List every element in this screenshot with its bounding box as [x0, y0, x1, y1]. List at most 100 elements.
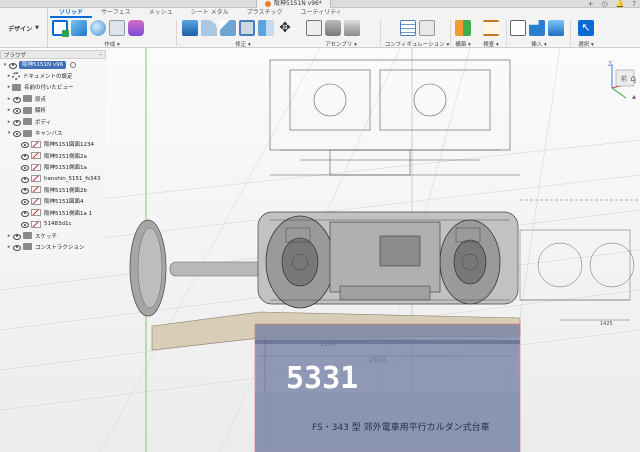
- revolve-icon[interactable]: [90, 20, 106, 36]
- extrude-icon[interactable]: [71, 20, 87, 36]
- browser-item-label: 阪神5151図面4: [44, 199, 84, 206]
- workspace-switcher[interactable]: デザイン ▼: [0, 8, 48, 48]
- construct-group: 構築 ▾: [452, 20, 474, 48]
- browser-item-canvas[interactable]: 阪神5151図面1234: [0, 138, 106, 151]
- construct-group-label[interactable]: 構築 ▾: [452, 40, 474, 48]
- browser-item-canvas[interactable]: 51483d1c: [0, 218, 106, 230]
- document-tab[interactable]: 阪神5151N v96*: [256, 0, 331, 8]
- browser-header[interactable]: ブラウザ –: [0, 50, 106, 59]
- visibility-eye-icon[interactable]: [12, 96, 21, 103]
- select-group-label[interactable]: 選択 ▾: [574, 40, 598, 48]
- inspect-group-label[interactable]: 検査 ▾: [478, 40, 504, 48]
- inspect-group: 検査 ▾: [478, 20, 504, 48]
- new-tab-icon[interactable]: +: [588, 0, 594, 8]
- tab-solid[interactable]: ソリッド: [50, 8, 93, 18]
- visibility-eye-icon[interactable]: [12, 119, 21, 126]
- configure-table-icon[interactable]: [399, 20, 416, 36]
- browser-item-construction[interactable]: ▸ コンストラクション: [0, 241, 106, 253]
- configure-group-label[interactable]: コンフィギュレーション ▾: [384, 40, 450, 48]
- visibility-eye-icon[interactable]: [20, 153, 29, 160]
- browser-item-canvas[interactable]: 阪神5151側面2a: [0, 150, 106, 162]
- browser-item-canvases[interactable]: ▾ キャンバス: [0, 127, 106, 139]
- visibility-eye-icon[interactable]: [20, 198, 29, 206]
- browser-item-label: スケッチ: [35, 233, 58, 240]
- hole-icon[interactable]: [109, 20, 125, 36]
- visibility-eye-icon[interactable]: [12, 244, 21, 251]
- browser-item-origin[interactable]: ▸ 原点: [0, 93, 106, 105]
- visibility-eye-icon[interactable]: [8, 62, 17, 69]
- activate-radio-icon[interactable]: [70, 61, 77, 68]
- tab-plastic[interactable]: プラスチック: [238, 8, 292, 18]
- folder-icon: [12, 83, 21, 91]
- browser-item-canvas[interactable]: 阪神5151図面4: [0, 195, 106, 208]
- move-icon[interactable]: ✥: [277, 20, 293, 36]
- gear-icon: [12, 72, 20, 81]
- browser-item-canvas[interactable]: 阪神5151側面2b: [0, 184, 106, 196]
- tab-surface[interactable]: サーフェス: [92, 8, 140, 18]
- fillet-icon[interactable]: [201, 20, 217, 36]
- browser-item-canvas[interactable]: 阪神5151側面1a: [0, 161, 106, 173]
- offset-plane-icon[interactable]: [455, 20, 471, 36]
- clock-icon[interactable]: ◷: [601, 0, 607, 8]
- measure-icon[interactable]: [483, 20, 499, 36]
- document-icon: [265, 1, 271, 7]
- title-bar: 阪神5151N v96* + ◷ 🔔 ?: [0, 0, 640, 8]
- notification-icon[interactable]: 🔔: [616, 0, 625, 8]
- browser-item-named-views[interactable]: ▸ 名前の付いたビュー: [0, 81, 106, 94]
- fusion-window: 阪神5151N v96* + ◷ 🔔 ? デザイン ▼ ソリッド サーフェス メ…: [0, 0, 640, 452]
- visibility-eye-icon[interactable]: [20, 187, 29, 194]
- tab-mesh[interactable]: メッシュ: [140, 8, 182, 18]
- browser-item-analysis[interactable]: ▸ 解析: [0, 104, 106, 116]
- insert-mesh-icon[interactable]: [529, 20, 545, 36]
- browser-item-root[interactable]: ▾ 阪神5151N v96: [0, 59, 106, 71]
- create-group-label[interactable]: 作成 ▾: [52, 40, 172, 48]
- visibility-eye-icon[interactable]: [20, 210, 29, 217]
- help-icon[interactable]: ?: [632, 0, 636, 8]
- insert-canvas-icon[interactable]: [548, 20, 564, 36]
- as-built-joint-icon[interactable]: [344, 20, 360, 36]
- visibility-eye-icon[interactable]: [12, 233, 21, 240]
- collapse-icon[interactable]: –: [99, 52, 102, 58]
- browser-title: ブラウザ: [4, 52, 27, 59]
- modify-group-label[interactable]: 修正 ▾: [182, 40, 304, 48]
- tab-utilities[interactable]: ユーティリティ: [291, 8, 350, 18]
- dimension-label: 1425: [600, 321, 613, 327]
- pattern-icon[interactable]: [128, 20, 144, 36]
- visibility-eye-icon[interactable]: [12, 107, 21, 115]
- browser-item-canvas[interactable]: hanshin_5151_fs343: [0, 172, 106, 185]
- shell-icon[interactable]: [239, 20, 255, 36]
- new-component-icon[interactable]: [306, 20, 322, 36]
- browser-item-document-settings[interactable]: ▸ ドキュメントの設定: [0, 70, 106, 82]
- folder-icon: [23, 232, 32, 240]
- press-pull-icon[interactable]: [182, 20, 198, 36]
- combine-icon[interactable]: [258, 20, 274, 36]
- visibility-eye-icon[interactable]: [20, 164, 29, 172]
- canvas-image-icon: [31, 220, 41, 228]
- canvas-image-icon: [31, 197, 41, 205]
- configure-group: コンフィギュレーション ▾: [384, 20, 450, 48]
- chamfer-icon[interactable]: [220, 20, 236, 36]
- bogie-frame: [257, 211, 519, 309]
- visibility-eye-icon[interactable]: [12, 130, 21, 138]
- view-cube-face-label: 前: [621, 75, 627, 83]
- joint-icon[interactable]: [325, 20, 341, 36]
- canvas-image-icon: [31, 175, 41, 183]
- browser-item-label: 阪神5151側面2a: [44, 153, 87, 160]
- visibility-eye-icon[interactable]: [20, 221, 29, 229]
- create-sketch-icon[interactable]: [52, 20, 69, 37]
- browser-item-sketches[interactable]: ▸ スケッチ: [0, 229, 106, 242]
- assemble-group-label[interactable]: アセンブリ ▾: [306, 40, 376, 48]
- tab-sheet-metal[interactable]: シート メタル: [182, 8, 238, 18]
- browser-item-canvas[interactable]: 阪神5151側面1a 1: [0, 207, 106, 219]
- configure-rule-icon[interactable]: [418, 20, 435, 36]
- browser-item-label: ボディ: [35, 119, 52, 126]
- insert-group-label[interactable]: 挿入 ▾: [510, 40, 568, 48]
- select-icon[interactable]: ↖: [578, 20, 594, 36]
- visibility-eye-icon[interactable]: [20, 141, 29, 149]
- browser-item-bodies[interactable]: ▸ ボディ: [0, 115, 106, 128]
- home-view-icon[interactable]: ⌂: [630, 74, 636, 84]
- root-component-label[interactable]: 阪神5151N v96: [19, 60, 67, 69]
- view-options-icon[interactable]: ▴: [632, 92, 636, 101]
- insert-derive-icon[interactable]: [510, 20, 526, 36]
- visibility-eye-icon[interactable]: [20, 176, 29, 183]
